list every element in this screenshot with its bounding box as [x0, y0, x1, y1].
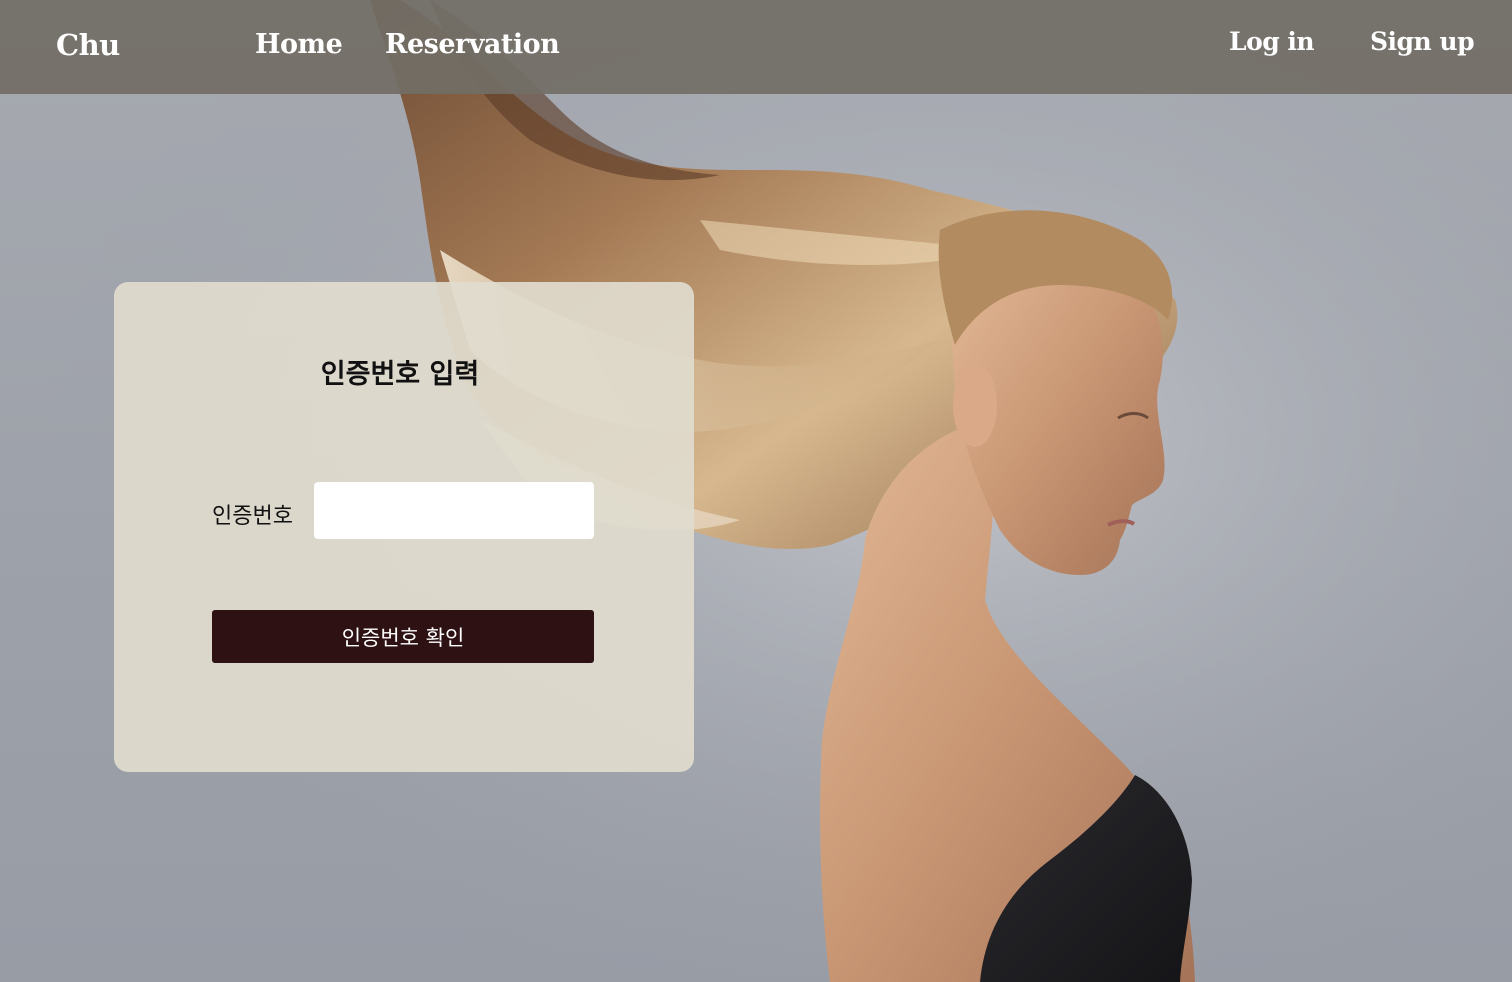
confirm-code-button[interactable]: 인증번호 확인 — [212, 610, 594, 663]
brand-logo[interactable]: Chu — [56, 28, 120, 62]
page: Chu Home Reservation Log in Sign up 인증번호… — [0, 0, 1512, 982]
verification-card: 인증번호 입력 인증번호 인증번호 확인 — [114, 282, 694, 772]
verification-code-label: 인증번호 — [212, 504, 293, 529]
signup-link[interactable]: Sign up — [1370, 27, 1475, 56]
login-link[interactable]: Log in — [1229, 27, 1315, 56]
verification-code-input[interactable] — [314, 482, 594, 539]
nav-home-link[interactable]: Home — [255, 29, 343, 60]
top-navbar: Chu Home Reservation Log in Sign up — [0, 0, 1512, 94]
card-title: 인증번호 입력 — [320, 359, 480, 390]
nav-reservation-link[interactable]: Reservation — [385, 29, 560, 60]
